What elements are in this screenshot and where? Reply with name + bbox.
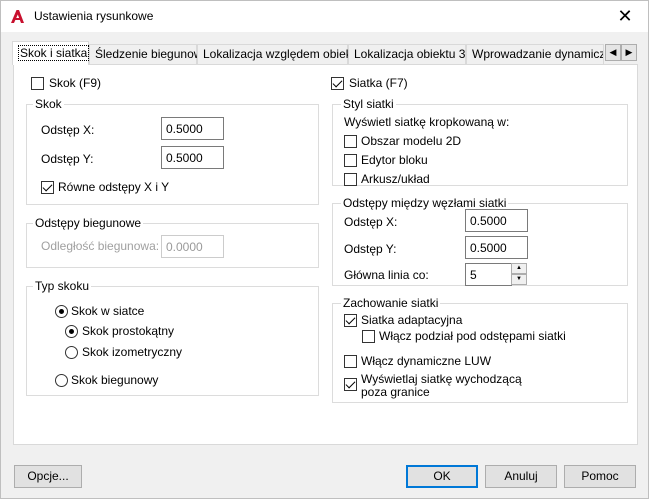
adaptive-grid-checkbox[interactable]	[344, 314, 357, 327]
equal-xy-checkbox[interactable]	[41, 181, 54, 194]
grid-model-checkbox[interactable]	[344, 135, 357, 148]
beyond-limits-label-line1: Wyświetlaj siatkę wychodzącą	[361, 372, 522, 386]
tab-3d-object-snap[interactable]: Lokalizacja obiektu 3D	[348, 44, 474, 64]
cancel-button[interactable]: Anuluj	[485, 465, 557, 488]
autocad-logo-icon	[11, 10, 24, 23]
dialog-title: Ustawienia rysunkowe	[34, 9, 154, 23]
grid-y-label: Odstęp Y:	[344, 242, 397, 256]
snap-x-label: Odstęp X:	[41, 123, 95, 137]
rectangular-snap-label: Skok prostokątny	[82, 324, 175, 338]
subdivide-label: Włącz podział pod odstępami siatki	[379, 329, 566, 343]
snap-y-input[interactable]	[161, 146, 224, 169]
grid-snap-radio[interactable]	[55, 305, 68, 318]
tab-panel: Skok (F9) Skok Odstęp X: Odstęp Y: Równe…	[13, 64, 638, 445]
polar-snap-radio[interactable]	[55, 374, 68, 387]
polar-snap-label: Skok biegunowy	[71, 373, 159, 387]
grid-x-label: Odstęp X:	[344, 215, 398, 229]
drawing-settings-dialog: Ustawienia rysunkowe ✕ Skok i siatka Śle…	[0, 0, 649, 499]
grid-sheet-layout-checkbox[interactable]	[344, 173, 357, 186]
snap-type-group	[26, 286, 319, 396]
polar-distance-label: Odległość biegunowa:	[41, 239, 160, 253]
help-button[interactable]: Pomoc	[564, 465, 636, 488]
beyond-limits-label-line2: poza granice	[361, 385, 430, 399]
grid-block-editor-checkbox[interactable]	[344, 154, 357, 167]
subdivide-checkbox[interactable]	[362, 330, 375, 343]
grid-sheet-layout-label: Arkusz/układ	[361, 172, 430, 186]
dynamic-ucs-checkbox[interactable]	[344, 355, 357, 368]
ok-button[interactable]: OK	[406, 465, 478, 488]
rectangular-snap-radio[interactable]	[65, 325, 78, 338]
grid-style-subtitle: Wyświetl siatkę kropkowaną w:	[344, 115, 510, 129]
isometric-snap-radio[interactable]	[65, 346, 78, 359]
snap-y-label: Odstęp Y:	[41, 152, 94, 166]
grid-model-label: Obszar modelu 2D	[361, 134, 462, 148]
grid-on-label: Siatka (F7)	[349, 76, 408, 90]
tab-snap-grid[interactable]: Skok i siatka	[12, 41, 90, 65]
grid-behavior-title: Zachowanie siatki	[341, 296, 441, 310]
grid-snap-label: Skok w siatce	[71, 304, 145, 318]
tab-dynamic-input[interactable]: Wprowadzanie dynamiczne	[466, 44, 604, 64]
equal-xy-label: Równe odstępy X i Y	[58, 180, 170, 194]
dynamic-ucs-label: Włącz dynamiczne LUW	[361, 354, 492, 368]
snap-on-checkbox[interactable]	[31, 77, 44, 90]
grid-x-input[interactable]	[465, 209, 528, 232]
tab-object-snap[interactable]: Lokalizacja względem obiektu	[197, 44, 362, 64]
spin-down-icon[interactable]: ▼	[511, 274, 527, 285]
options-button[interactable]: Opcje...	[14, 465, 82, 488]
grid-style-title: Styl siatki	[341, 97, 396, 111]
polar-spacing-title: Odstępy biegunowe	[33, 216, 144, 230]
beyond-limits-checkbox[interactable]	[344, 378, 357, 391]
grid-on-checkbox[interactable]	[331, 77, 344, 90]
snap-on-label: Skok (F9)	[49, 76, 102, 90]
close-icon[interactable]: ✕	[602, 1, 648, 32]
tab-scroll-right-icon[interactable]: ▶	[621, 44, 637, 61]
snap-spacing-title: Skok	[33, 97, 64, 111]
spin-up-icon[interactable]: ▲	[511, 263, 527, 274]
major-line-label: Główna linia co:	[344, 268, 429, 282]
isometric-snap-label: Skok izometryczny	[82, 345, 183, 359]
major-line-input[interactable]	[465, 263, 512, 286]
tab-strip: Skok i siatka Śledzenie biegunowe Lokali…	[12, 41, 638, 65]
snap-x-input[interactable]	[161, 117, 224, 140]
adaptive-grid-label: Siatka adaptacyjna	[361, 313, 463, 327]
tab-scroll-left-icon[interactable]: ◀	[605, 44, 621, 61]
grid-block-editor-label: Edytor bloku	[361, 153, 428, 167]
tab-snap-grid-label: Skok i siatka	[18, 45, 90, 61]
snap-type-title: Typ skoku	[33, 279, 92, 293]
tab-polar-tracking[interactable]: Śledzenie biegunowe	[89, 44, 209, 64]
title-bar: Ustawienia rysunkowe ✕	[1, 1, 648, 32]
grid-spacing-title: Odstępy między węzłami siatki	[341, 196, 509, 210]
major-line-spinner[interactable]: ▲ ▼	[511, 263, 527, 286]
grid-y-input[interactable]	[465, 236, 528, 259]
polar-distance-input[interactable]	[161, 235, 224, 258]
